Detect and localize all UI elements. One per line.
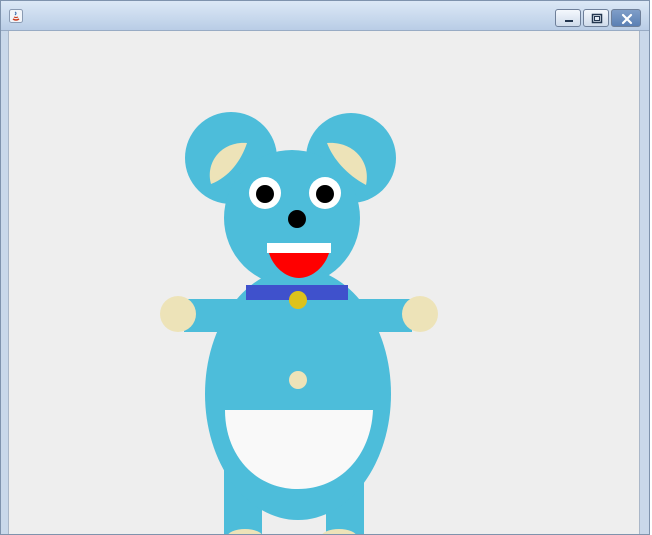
bear-drawing [160,112,438,534]
minimize-button[interactable] [555,9,581,27]
nose [288,210,306,228]
left-paw [160,296,196,332]
title-bar[interactable] [1,1,649,31]
belly-button [289,371,307,389]
minimize-icon [565,20,573,22]
right-paw [402,296,438,332]
bell [289,291,307,309]
maximize-button[interactable] [583,9,609,27]
left-pupil [256,185,274,203]
teeth [267,243,331,253]
window-controls [555,9,641,27]
application-window [0,0,650,535]
right-pupil [316,185,334,203]
close-icon [621,13,633,25]
close-button[interactable] [611,9,641,27]
java-app-icon [9,9,23,23]
drawing-canvas [8,31,640,534]
maximize-icon [591,13,603,24]
